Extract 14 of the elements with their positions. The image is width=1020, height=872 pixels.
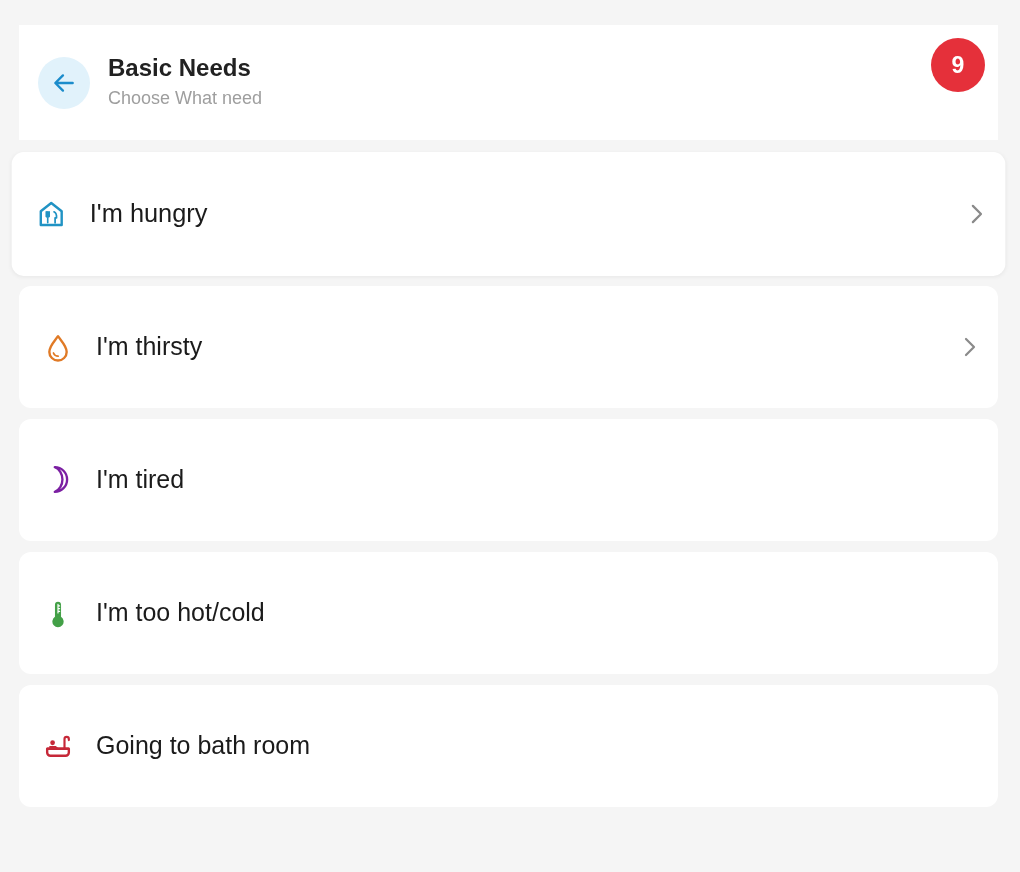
back-button[interactable] bbox=[38, 56, 90, 109]
item-label: Going to bath room bbox=[96, 730, 310, 762]
need-list-item[interactable]: I'm too hot/cold bbox=[19, 552, 998, 674]
page-subtitle: Choose What need bbox=[108, 87, 263, 111]
item-label: I'm hungry bbox=[89, 198, 208, 230]
page-title: Basic Needs bbox=[108, 54, 252, 84]
need-list-item[interactable]: I'm hungry bbox=[11, 152, 1006, 276]
item-label: I'm thirsty bbox=[96, 331, 203, 363]
need-list-item[interactable]: I'm thirsty bbox=[19, 286, 998, 408]
count-badge: 9 bbox=[931, 38, 985, 92]
need-list-item[interactable]: Going to bath room bbox=[19, 685, 998, 807]
item-label: I'm too hot/cold bbox=[96, 597, 265, 629]
item-label: I'm tired bbox=[96, 464, 185, 496]
need-list-item[interactable]: I'm tired bbox=[19, 419, 998, 541]
